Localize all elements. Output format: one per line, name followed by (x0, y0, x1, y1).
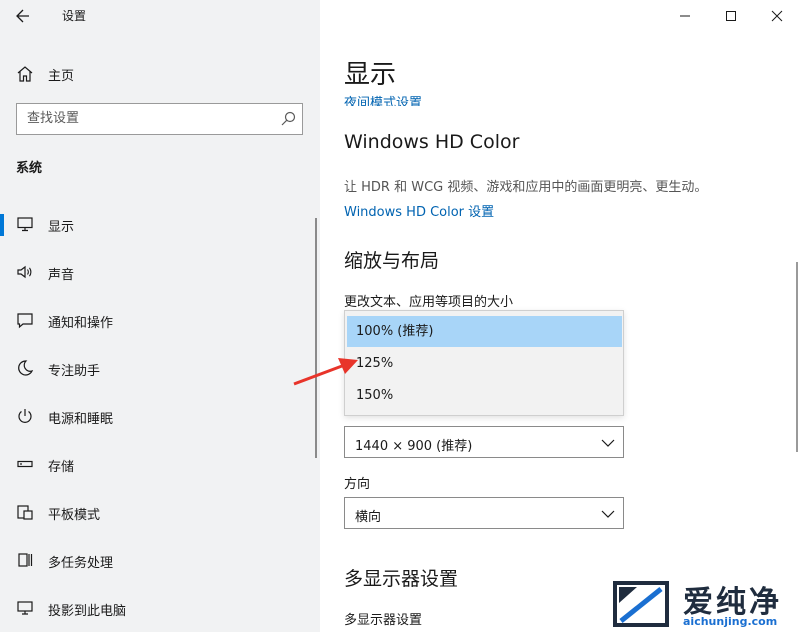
back-button[interactable] (10, 5, 36, 27)
minimize-button[interactable] (662, 0, 708, 32)
scale-option-125[interactable]: 125% (347, 348, 622, 379)
scale-dropdown-list: 100% (推荐) 125% 150% (344, 310, 624, 416)
multi-display-section-title: 多显示器设置 (344, 568, 459, 590)
tablet-icon (17, 505, 33, 520)
window-controls (662, 0, 800, 32)
section-title: 系统 (16, 161, 43, 176)
sidebar-item-display[interactable]: 显示 (0, 204, 316, 244)
sidebar-item-label: 多任务处理 (48, 556, 114, 571)
sidebar-item-label: 显示 (48, 220, 75, 235)
annotation-arrow-icon (293, 358, 358, 386)
storage-icon (17, 460, 33, 468)
orientation-label: 方向 (344, 477, 371, 492)
notification-icon (17, 313, 33, 329)
sidebar-item-power-sleep[interactable]: 电源和睡眠 (0, 396, 316, 436)
sidebar-item-label: 存储 (48, 460, 75, 475)
main-content: 显示 夜间模式设置 Windows HD Color 让 HDR 和 WCG 视… (320, 0, 800, 632)
scale-option-150[interactable]: 150% (347, 380, 622, 411)
sidebar-item-multitasking[interactable]: 多任务处理 (0, 540, 316, 580)
night-light-link-label: 夜间模式设置 (344, 96, 423, 106)
multi-display-subtitle: 多显示器设置 (344, 613, 423, 628)
sidebar-item-tablet-mode[interactable]: 平板模式 (0, 492, 316, 532)
watermark-url: aichunjing.com (683, 615, 778, 628)
sidebar-item-label: 平板模式 (48, 508, 101, 523)
back-arrow-icon (16, 9, 29, 23)
watermark-logo-icon (613, 581, 669, 627)
sidebar-item-project[interactable]: 投影到此电脑 (0, 588, 316, 628)
sidebar-item-notifications[interactable]: 通知和操作 (0, 300, 316, 340)
scale-label: 更改文本、应用等项目的大小 (344, 295, 514, 310)
page-title: 显示 (344, 60, 397, 90)
close-icon (771, 10, 783, 22)
chevron-down-icon (601, 439, 615, 447)
sidebar-item-label: 通知和操作 (48, 316, 114, 331)
maximize-icon (726, 11, 736, 21)
sidebar-item-label: 专注助手 (48, 364, 101, 379)
chevron-down-icon (601, 510, 615, 518)
sidebar-item-label: 电源和睡眠 (48, 412, 114, 427)
hdr-description: 让 HDR 和 WCG 视频、游戏和应用中的画面更明亮、更生动。 (344, 180, 708, 195)
search-icon[interactable] (280, 111, 296, 127)
hdr-section-title: Windows HD Color (344, 131, 520, 153)
app-title: 设置 (62, 9, 87, 23)
maximize-button[interactable] (708, 0, 754, 32)
close-button[interactable] (754, 0, 800, 32)
search-input[interactable] (17, 104, 275, 133)
sidebar-item-label: 主页 (48, 69, 75, 84)
orientation-value: 横向 (355, 510, 382, 525)
settings-window: 设置 主页 系统 显示 (0, 0, 800, 632)
home-icon (17, 66, 33, 82)
watermark: 爱纯净 aichunjing.com (607, 574, 800, 632)
resolution-value: 1440 × 900 (推荐) (355, 439, 473, 454)
sidebar-scrollbar[interactable] (315, 218, 317, 458)
orientation-select[interactable]: 横向 (344, 497, 624, 529)
sidebar-item-storage[interactable]: 存储 (0, 444, 316, 484)
scale-section-title: 缩放与布局 (344, 250, 440, 272)
search-box (16, 103, 303, 135)
power-icon (18, 409, 32, 423)
moon-icon (18, 360, 34, 376)
resolution-select[interactable]: 1440 × 900 (推荐) (344, 426, 624, 458)
monitor-icon (17, 217, 33, 232)
minimize-icon (680, 15, 690, 17)
project-icon (17, 601, 33, 615)
main-scrollbar[interactable] (796, 262, 798, 452)
scale-option-100[interactable]: 100% (推荐) (347, 316, 622, 347)
sidebar-item-focus-assist[interactable]: 专注助手 (0, 348, 316, 388)
sidebar-item-label: 投影到此电脑 (48, 604, 127, 619)
multitask-icon (18, 553, 33, 567)
hdr-settings-link[interactable]: Windows HD Color 设置 (344, 201, 494, 220)
sidebar-item-home[interactable]: 主页 (0, 58, 320, 88)
sidebar-item-sound[interactable]: 声音 (0, 252, 316, 292)
sidebar: 设置 主页 系统 显示 (0, 0, 320, 632)
sidebar-item-label: 声音 (48, 268, 75, 283)
speaker-icon (17, 265, 32, 279)
night-light-link[interactable]: 夜间模式设置 (344, 88, 544, 106)
